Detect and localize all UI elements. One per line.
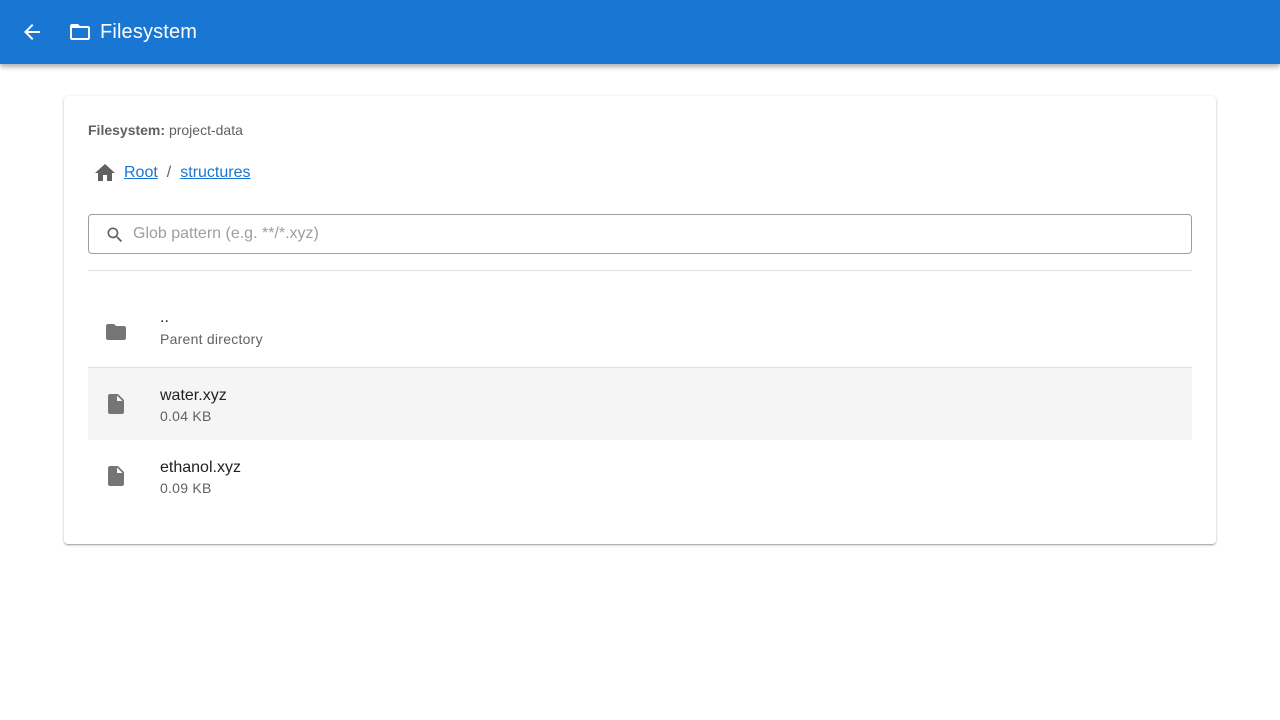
folder-icon xyxy=(106,324,126,340)
file-icon xyxy=(108,394,124,414)
list-item-parent-directory[interactable]: .. Parent directory xyxy=(88,296,1192,368)
divider xyxy=(88,270,1192,271)
arrow-left-icon xyxy=(24,24,40,40)
file-list: .. Parent directory water.xyz 0.04 KB et… xyxy=(88,296,1192,512)
breadcrumb: Root / structures xyxy=(88,160,253,186)
app-title: Filesystem xyxy=(100,21,198,43)
breadcrumb-structures[interactable]: structures xyxy=(178,164,252,182)
file-icon xyxy=(108,466,124,486)
breadcrumb-separator: / xyxy=(166,164,172,181)
file-name: .. xyxy=(160,309,169,326)
file-size: 0.04 KB xyxy=(160,408,212,424)
home-icon[interactable] xyxy=(88,160,122,186)
filesystem-info: Filesystem: project-data xyxy=(88,122,243,138)
app-bar: Filesystem xyxy=(0,0,1280,64)
folder-outline-icon xyxy=(68,21,92,43)
file-name: ethanol.xyz xyxy=(160,459,241,476)
search-field xyxy=(88,214,1192,254)
file-meta: Parent directory xyxy=(160,331,263,347)
file-name: water.xyz xyxy=(160,387,227,404)
search-icon xyxy=(107,227,123,243)
breadcrumb-root[interactable]: Root xyxy=(122,164,160,182)
list-item-file[interactable]: ethanol.xyz 0.09 KB xyxy=(88,440,1192,512)
file-size: 0.09 KB xyxy=(160,480,212,496)
filesystem-card: Filesystem: project-data Root / structur… xyxy=(64,96,1216,544)
back-button[interactable] xyxy=(12,12,52,52)
glob-pattern-input[interactable] xyxy=(133,215,1173,253)
filesystem-name: project-data xyxy=(168,122,243,138)
list-item-file[interactable]: water.xyz 0.04 KB xyxy=(88,368,1192,440)
filesystem-label: Filesystem: xyxy=(88,122,166,138)
